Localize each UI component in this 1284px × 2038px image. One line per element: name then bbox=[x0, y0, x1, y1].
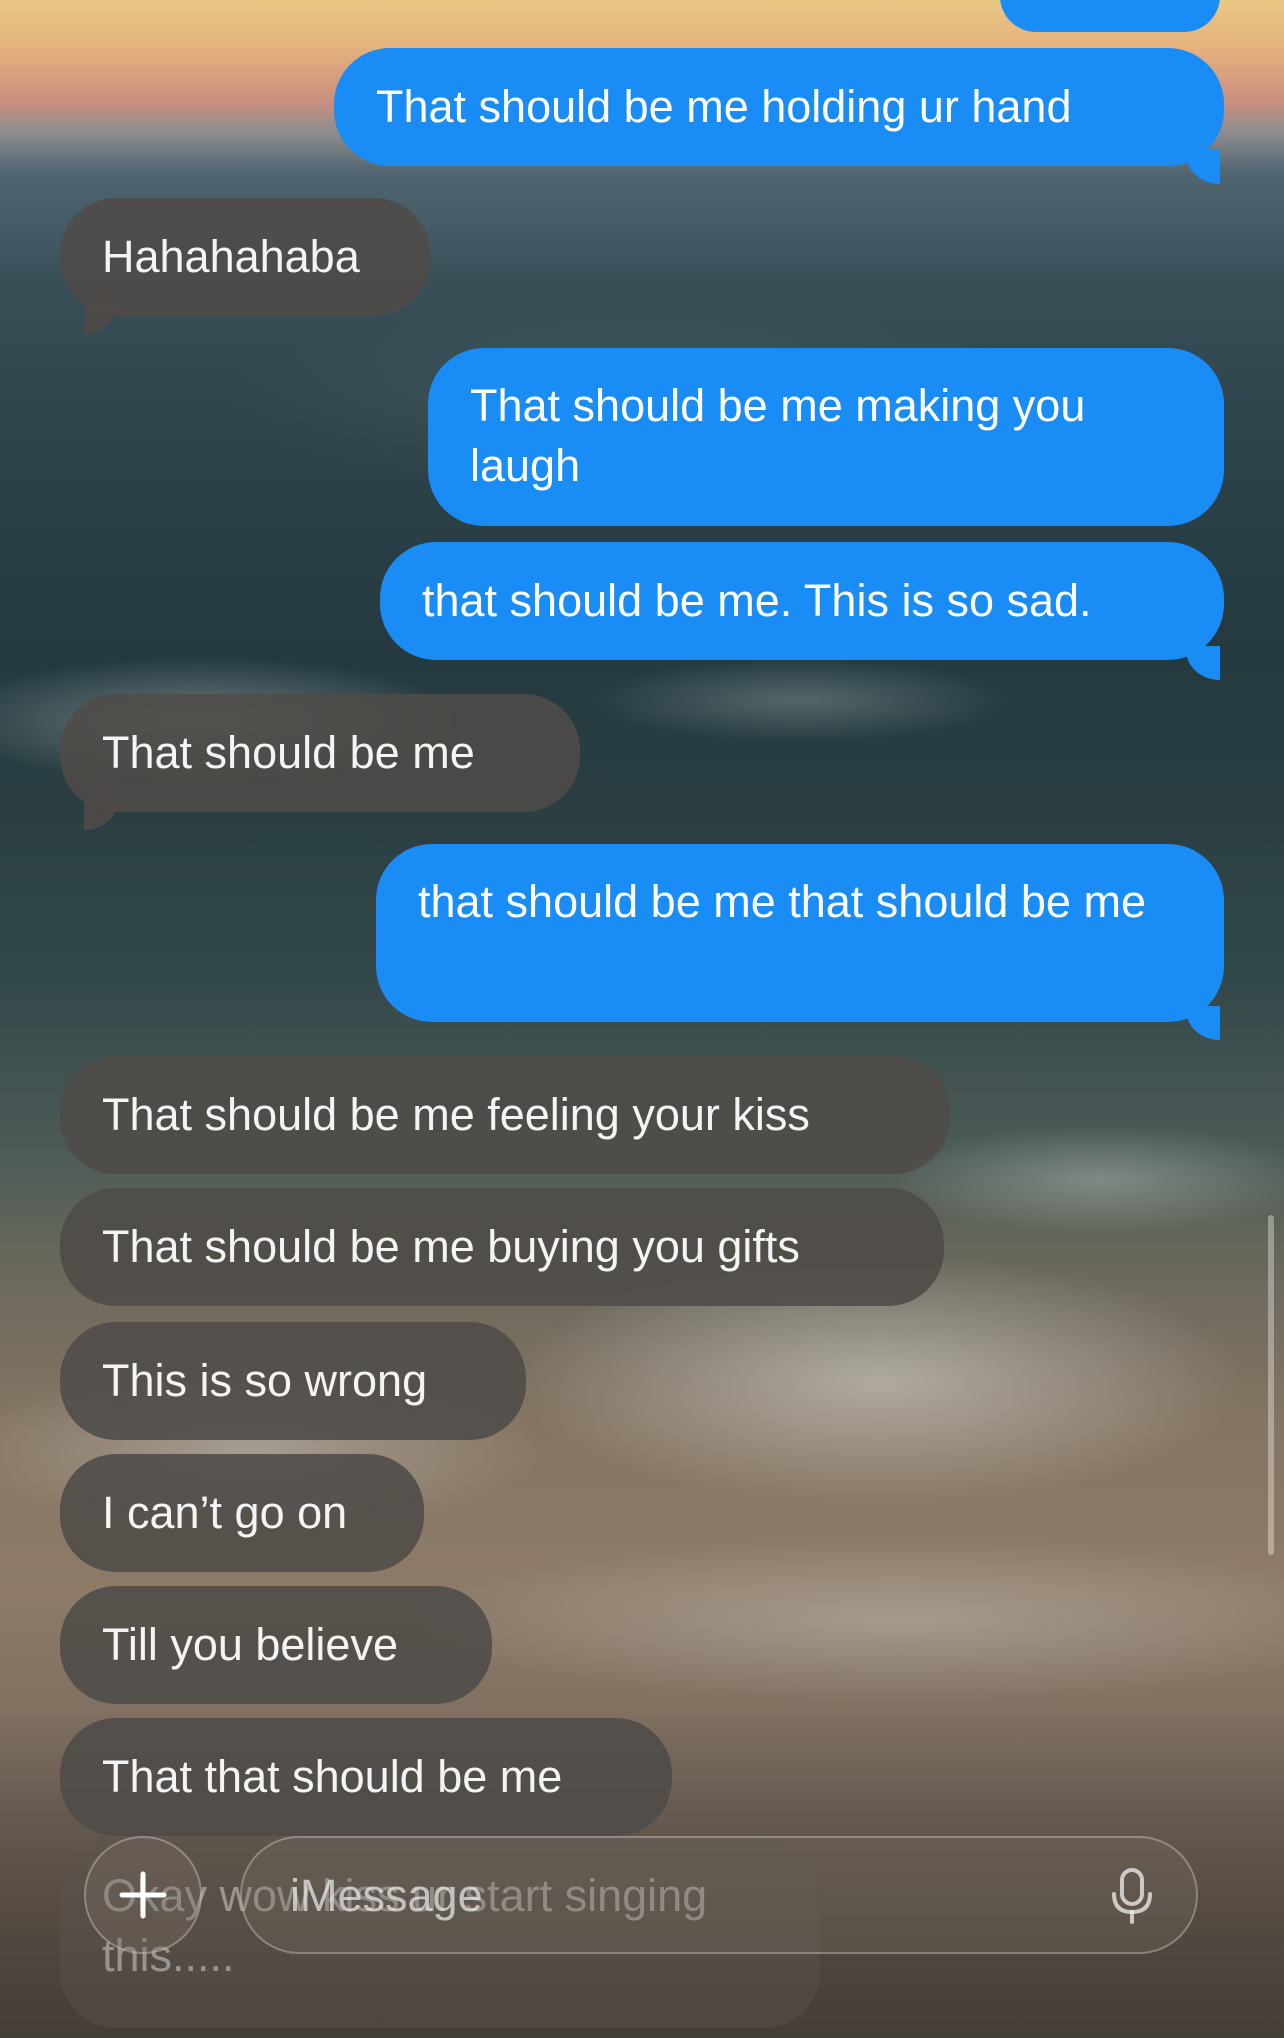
message-bubble-incoming[interactable]: That should be me feeling your kiss bbox=[60, 1056, 950, 1174]
message-bubble-outgoing[interactable]: That should be me holding ur hand bbox=[334, 48, 1224, 166]
message-thread: That should be me holding ur hand Hahaha… bbox=[0, 0, 1284, 2038]
message-text: That should be me buying you gifts bbox=[102, 1221, 800, 1272]
message-text: This is so wrong bbox=[102, 1355, 428, 1406]
message-text: That should be me holding ur hand bbox=[376, 81, 1072, 132]
add-attachment-button[interactable] bbox=[84, 1836, 202, 1954]
microphone-icon[interactable] bbox=[1110, 1866, 1154, 1926]
message-text: that should be me that should be me bbox=[418, 876, 1146, 927]
bubble-tail bbox=[1186, 150, 1220, 184]
message-text: That that should be me bbox=[102, 1751, 563, 1802]
message-text: That should be me making you laugh bbox=[470, 380, 1086, 491]
message-bubble-outgoing[interactable]: that should be me that should be me bbox=[376, 844, 1224, 1022]
message-bubble-incoming[interactable]: I can’t go on bbox=[60, 1454, 424, 1572]
message-bubble-incoming[interactable]: This is so wrong bbox=[60, 1322, 526, 1440]
scrollbar[interactable] bbox=[1268, 1215, 1274, 1555]
message-bubble-incoming[interactable]: That should be me buying you gifts bbox=[60, 1188, 944, 1306]
message-bubble-incoming[interactable]: That that should be me bbox=[60, 1718, 672, 1836]
bubble-tail bbox=[84, 300, 118, 334]
message-bubble-outgoing[interactable] bbox=[1000, 0, 1220, 32]
message-bubble-incoming[interactable]: That should be me bbox=[60, 694, 580, 812]
bubble-tail bbox=[1186, 646, 1220, 680]
bubble-tail bbox=[1186, 1006, 1220, 1040]
plus-icon bbox=[119, 1871, 167, 1919]
message-input-placeholder: iMessage bbox=[290, 1870, 483, 1921]
message-text: Till you believe bbox=[102, 1619, 398, 1670]
message-text: that should be me. This is so sad. bbox=[422, 575, 1092, 626]
message-text: I can’t go on bbox=[102, 1487, 348, 1538]
message-bubble-outgoing[interactable]: That should be me making you laugh bbox=[428, 348, 1224, 526]
bubble-tail bbox=[84, 796, 118, 830]
message-text: Hahahahaba bbox=[102, 231, 360, 282]
message-bubble-incoming[interactable]: Till you believe bbox=[60, 1586, 492, 1704]
message-text: That should be me feeling your kiss bbox=[102, 1089, 810, 1140]
message-input[interactable]: iMessage bbox=[240, 1836, 1198, 1954]
message-bubble-outgoing[interactable]: that should be me. This is so sad. bbox=[380, 542, 1224, 660]
message-bubble-incoming[interactable]: Hahahahaba bbox=[60, 198, 430, 316]
message-text: That should be me bbox=[102, 727, 475, 778]
